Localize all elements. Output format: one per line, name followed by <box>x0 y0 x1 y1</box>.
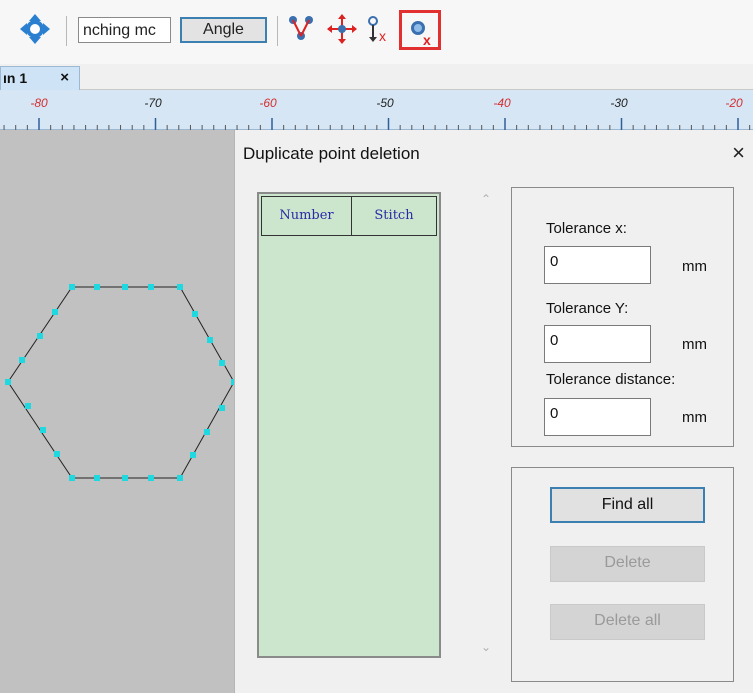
stitch-point[interactable] <box>40 427 46 433</box>
unit-label: mm <box>682 258 707 275</box>
toolbar-separator <box>277 16 278 46</box>
find-all-button[interactable]: Find all <box>550 487 705 523</box>
stitch-point[interactable] <box>219 405 225 411</box>
stitch-point[interactable] <box>25 403 31 409</box>
stitch-point[interactable] <box>122 475 128 481</box>
unit-label: mm <box>682 336 707 353</box>
ruler-label: -70 <box>144 96 162 110</box>
list-header: Number Stitch <box>261 196 437 236</box>
toolbar-separator <box>66 16 67 46</box>
move-point-icon[interactable] <box>325 12 359 46</box>
hexagon-shape[interactable] <box>0 130 240 693</box>
tolerance-distance-input[interactable]: 0 <box>544 398 651 436</box>
stitch-point[interactable] <box>5 379 11 385</box>
angle-button[interactable]: Angle <box>180 17 267 43</box>
stitch-point[interactable] <box>177 284 183 290</box>
tolerance-x-label: Tolerance x: <box>546 220 627 237</box>
delete-point-icon[interactable]: x <box>362 12 396 46</box>
stitch-point[interactable] <box>207 337 213 343</box>
dialog-close-icon[interactable]: × <box>732 141 745 165</box>
tab-label: ın 1 <box>3 70 28 86</box>
arrows-move-icon[interactable] <box>18 12 52 46</box>
ruler-label: -20 <box>725 96 743 110</box>
toolbar: nching mc Angle x x <box>0 0 753 64</box>
ruler-label: -80 <box>30 96 48 110</box>
design-canvas[interactable] <box>0 130 240 693</box>
stitch-point[interactable] <box>94 284 100 290</box>
tab-design-1[interactable]: ın 1 × <box>0 66 80 90</box>
stitch-point[interactable] <box>94 475 100 481</box>
ruler-label: -50 <box>376 96 394 110</box>
column-header-stitch[interactable]: Stitch <box>352 197 436 235</box>
stitch-point[interactable] <box>122 284 128 290</box>
stitching-mode-field[interactable]: nching mc <box>78 17 171 43</box>
stitch-point[interactable] <box>69 475 75 481</box>
tab-close-icon[interactable]: × <box>60 67 69 89</box>
stitch-point[interactable] <box>69 284 75 290</box>
tolerance-distance-label: Tolerance distance: <box>546 371 676 388</box>
horizontal-ruler: -80 -70 -60 -50 -40 -30 -20 <box>0 90 753 130</box>
stitch-point[interactable] <box>177 475 183 481</box>
stitch-point[interactable] <box>148 284 154 290</box>
stitch-point[interactable] <box>19 357 25 363</box>
duplicate-point-delete-tool[interactable]: x <box>399 10 441 50</box>
stitch-point[interactable] <box>148 475 154 481</box>
stitch-point[interactable] <box>219 360 225 366</box>
tolerance-y-input[interactable]: 0 <box>544 325 651 363</box>
tab-strip <box>0 64 753 90</box>
tolerance-y-label: Tolerance Y: <box>546 300 629 317</box>
stitch-point[interactable] <box>204 429 210 435</box>
tolerance-x-input[interactable]: 0 <box>544 246 651 284</box>
ruler-label: -40 <box>493 96 511 110</box>
ruler-label: -30 <box>610 96 628 110</box>
stitch-point[interactable] <box>37 333 43 339</box>
duplicate-point-deletion-dialog: Duplicate point deletion × Number Stitch… <box>234 130 753 693</box>
stitch-point[interactable] <box>192 311 198 317</box>
unit-label: mm <box>682 409 707 426</box>
scroll-down-icon[interactable]: ⌄ <box>481 640 491 654</box>
delete-button[interactable]: Delete <box>550 546 705 582</box>
actions-group: Find all Delete Delete all <box>511 467 734 682</box>
scroll-up-icon[interactable]: ⌃ <box>481 192 491 206</box>
stitch-point[interactable] <box>190 452 196 458</box>
dialog-title: Duplicate point deletion <box>243 144 420 163</box>
svg-text:x: x <box>379 28 386 44</box>
duplicate-point-delete-icon: x <box>411 21 431 48</box>
tolerance-group: Tolerance x: 0 mm Tolerance Y: 0 mm Tole… <box>511 187 734 447</box>
column-header-number[interactable]: Number <box>262 197 352 235</box>
ruler-label: -60 <box>259 96 277 110</box>
svg-text:x: x <box>423 32 431 48</box>
stitch-list[interactable]: Number Stitch <box>257 192 441 658</box>
merge-points-icon[interactable] <box>285 12 319 46</box>
stitch-point[interactable] <box>52 309 58 315</box>
stitch-point[interactable] <box>54 451 60 457</box>
delete-all-button[interactable]: Delete all <box>550 604 705 640</box>
